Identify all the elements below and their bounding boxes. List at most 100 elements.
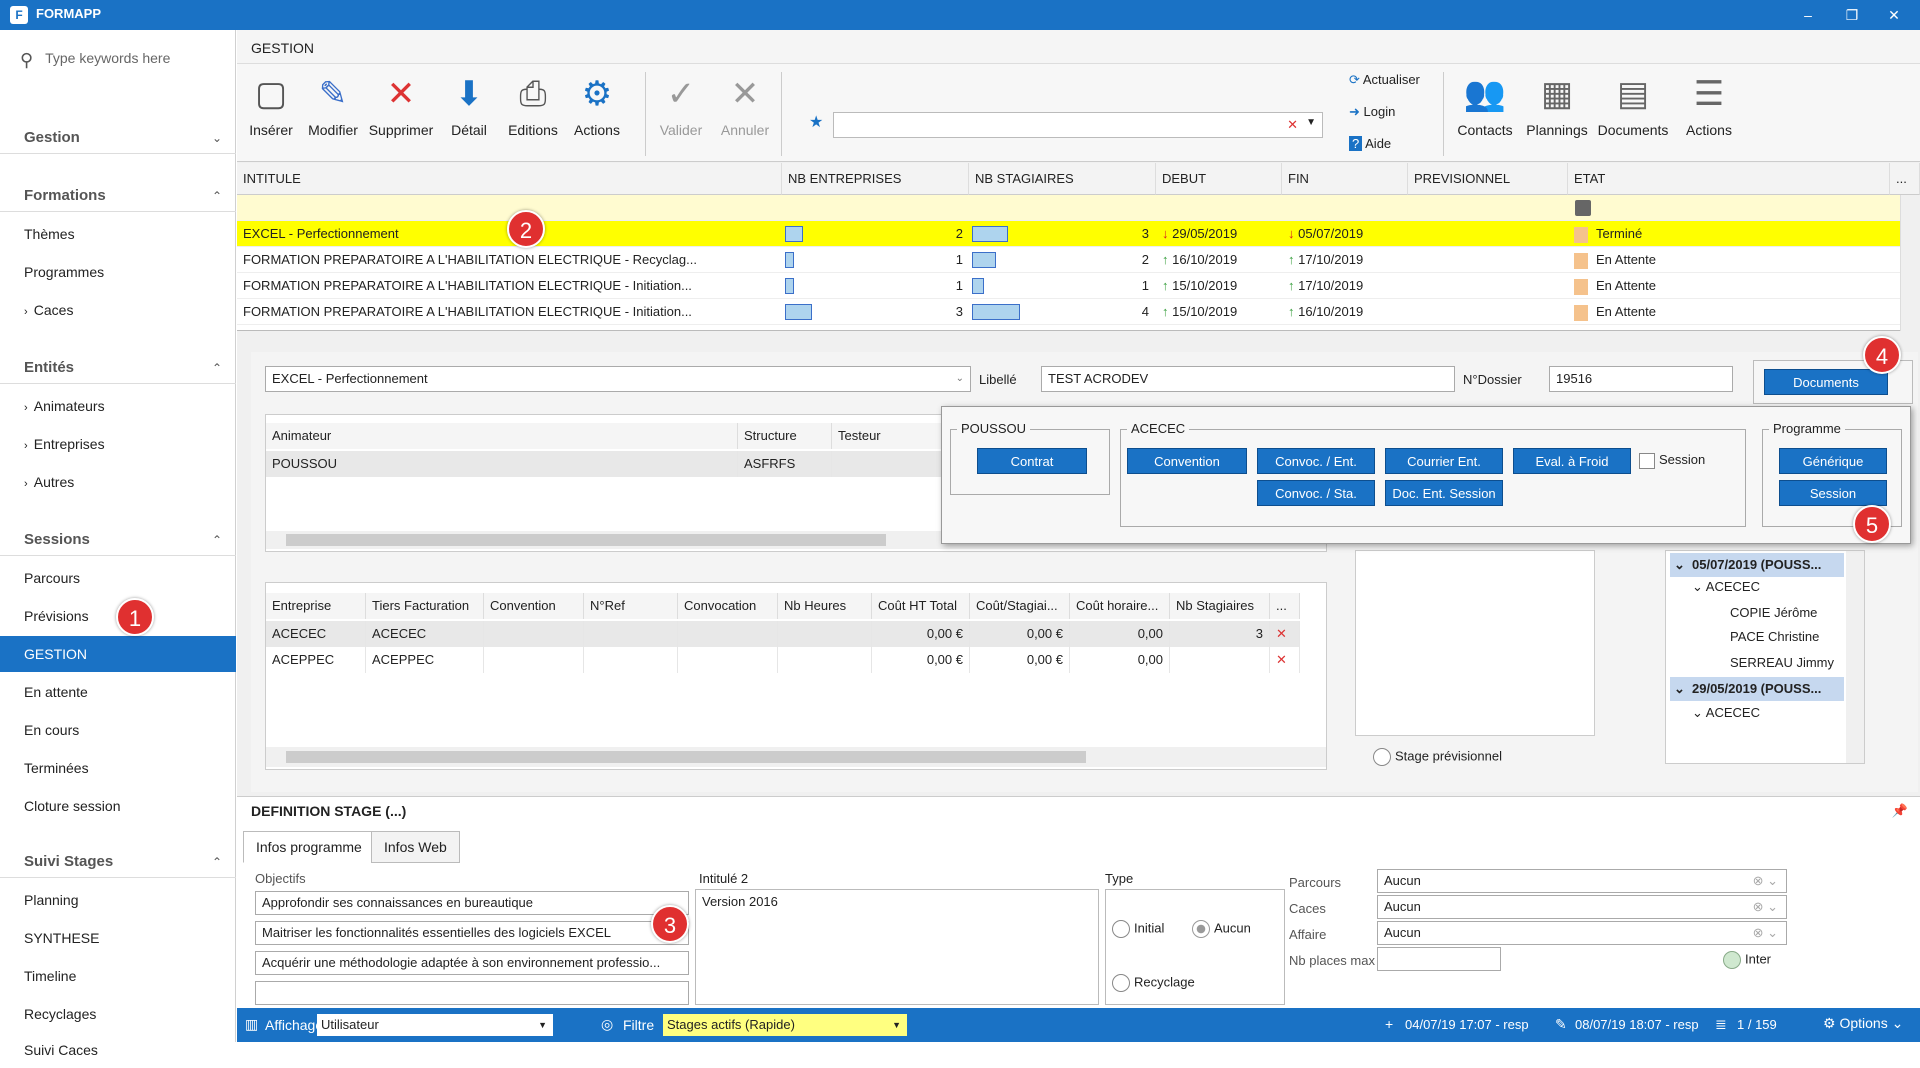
- animateur-cell[interactable]: POUSSOU: [266, 451, 738, 477]
- col-header-fin[interactable]: FIN: [1282, 163, 1408, 195]
- convention-button[interactable]: Convention: [1127, 448, 1247, 474]
- documents-button[interactable]: Documents: [1764, 369, 1888, 395]
- col-header-entreprises[interactable]: Convention: [484, 593, 584, 619]
- entreprise-cell[interactable]: ACEPPEC: [366, 647, 484, 673]
- entreprise-cell[interactable]: 0,00 €: [970, 647, 1070, 673]
- generique-button[interactable]: Générique: [1779, 448, 1887, 474]
- entreprise-cell[interactable]: [1170, 647, 1270, 673]
- sidebar-group-gestion[interactable]: Gestion ⌄: [0, 122, 236, 154]
- col-header-entreprises[interactable]: Coût horaire...: [1070, 593, 1170, 619]
- sidebar-item-themes[interactable]: Thèmes: [0, 216, 236, 252]
- affichage-select[interactable]: Utilisateur ▼: [317, 1014, 553, 1036]
- tree-scrollbar[interactable]: [1846, 551, 1864, 763]
- col-header-nb-entreprises[interactable]: NB ENTREPRISES: [782, 163, 969, 195]
- table-row[interactable]: FORMATION PREPARATOIRE A L'HABILITATION …: [237, 273, 1900, 299]
- close-button[interactable]: ✕: [1876, 4, 1912, 26]
- col-header-animateur[interactable]: Animateur: [266, 423, 738, 449]
- col-header-entreprises[interactable]: Nb Stagiaires: [1170, 593, 1270, 619]
- entreprise-cell[interactable]: ACEPPEC: [266, 647, 366, 673]
- structure-cell[interactable]: ASFRFS: [738, 451, 832, 477]
- sidebar-item-entreprises[interactable]: › Entreprises: [0, 426, 236, 462]
- parcours-select[interactable]: Aucun ⊗ ⌄: [1377, 869, 1787, 893]
- star-icon[interactable]: ★: [809, 112, 823, 132]
- entreprise-cell[interactable]: 0,00 €: [872, 621, 970, 647]
- delete-row-icon[interactable]: ✕: [1270, 621, 1300, 647]
- insert-button[interactable]: ▢ Insérer: [241, 64, 301, 162]
- edit-button[interactable]: ✎ Modifier: [301, 64, 365, 162]
- grid-scrollbar[interactable]: [1900, 195, 1920, 331]
- col-header-structure[interactable]: Structure: [738, 423, 832, 449]
- col-header-etat[interactable]: ETAT: [1568, 163, 1890, 195]
- stage-previsionnel-toggle[interactable]: Stage prévisionnel: [1373, 748, 1502, 766]
- clear-icon[interactable]: ⊗ ⌄: [1753, 870, 1778, 892]
- col-header-entreprises[interactable]: Coût/Stagiai...: [970, 593, 1070, 619]
- col-header-entreprises[interactable]: N°Ref: [584, 593, 678, 619]
- objectif-field[interactable]: Approfondir ses connaissances en bureaut…: [255, 891, 689, 915]
- objectif-field-empty[interactable]: [255, 981, 689, 1005]
- sidebar-item-timeline[interactable]: Timeline: [0, 958, 236, 994]
- restore-button[interactable]: ❐: [1834, 4, 1870, 26]
- search-input[interactable]: Type keywords here: [45, 50, 170, 66]
- help-button[interactable]: ? Aide: [1349, 136, 1391, 151]
- entreprise-cell[interactable]: 0,00: [1070, 621, 1170, 647]
- col-header-entreprises[interactable]: ...: [1270, 593, 1300, 619]
- dropdown-arrow-icon[interactable]: ▼: [1306, 117, 1316, 128]
- pin-icon[interactable]: 📌: [1892, 803, 1908, 819]
- editions-button[interactable]: ⎙ Editions: [501, 64, 565, 162]
- col-header-intitule[interactable]: INTITULE: [237, 163, 782, 195]
- sidebar-item-programmes[interactable]: Programmes: [0, 254, 236, 290]
- entreprise-cell[interactable]: [484, 621, 584, 647]
- radio-recyclage[interactable]: Recyclage: [1112, 974, 1195, 992]
- plannings-button[interactable]: ▦ Plannings: [1521, 64, 1593, 162]
- col-header-debut[interactable]: DEBUT: [1156, 163, 1282, 195]
- entreprise-cell[interactable]: [584, 647, 678, 673]
- col-header-previsionnel[interactable]: PREVISIONNEL: [1408, 163, 1568, 195]
- contacts-button[interactable]: 👥 Contacts: [1449, 64, 1521, 162]
- radio-aucun[interactable]: Aucun: [1192, 920, 1251, 938]
- sidebar-item-planning[interactable]: Planning: [0, 882, 236, 918]
- sidebar-item-animateurs[interactable]: › Animateurs: [0, 388, 236, 424]
- objectif-field[interactable]: Maitriser les fonctionnalités essentiell…: [255, 921, 689, 945]
- sidebar-item-autres[interactable]: › Autres: [0, 464, 236, 500]
- sidebar-group-sessions[interactable]: Sessions ⌃: [0, 524, 236, 556]
- col-header-entreprises[interactable]: Convocation: [678, 593, 778, 619]
- sidebar-item-recyclages[interactable]: Recyclages: [0, 996, 236, 1032]
- dossier-input[interactable]: 19516: [1549, 366, 1733, 392]
- sidebar-item-en-attente[interactable]: En attente: [0, 674, 236, 710]
- delete-button[interactable]: ✕ Supprimer: [365, 64, 437, 162]
- col-header-entreprises[interactable]: Entreprise: [266, 593, 366, 619]
- doc-ent-session-button[interactable]: Doc. Ent. Session: [1385, 480, 1503, 506]
- validate-button[interactable]: ✓ Valider: [649, 64, 713, 162]
- tree-node-date[interactable]: ⌄ 05/07/2019 (POUSS...: [1670, 553, 1844, 577]
- notes-box[interactable]: [1355, 550, 1595, 736]
- radio-initial[interactable]: Initial: [1112, 920, 1164, 938]
- sidebar-group-formations[interactable]: Formations ⌃: [0, 180, 236, 212]
- tree-node-trainee[interactable]: COPIE Jérôme: [1730, 605, 1817, 620]
- login-button[interactable]: ➜ Login: [1349, 104, 1395, 120]
- entreprise-cell[interactable]: [584, 621, 678, 647]
- sidebar-search[interactable]: ⚲ Type keywords here: [20, 50, 220, 78]
- delete-row-icon[interactable]: ✕: [1270, 647, 1300, 673]
- entreprise-cell[interactable]: [778, 621, 872, 647]
- entreprise-cell[interactable]: 0,00: [1070, 647, 1170, 673]
- entreprise-cell[interactable]: ACECEC: [266, 621, 366, 647]
- sidebar-group-entites[interactable]: Entités ⌃: [0, 352, 236, 384]
- sidebar-item-en-cours[interactable]: En cours: [0, 712, 236, 748]
- actions-button[interactable]: ⚙ Actions: [565, 64, 629, 162]
- clear-icon[interactable]: ⊗ ⌄: [1753, 922, 1778, 944]
- intitule2-textarea[interactable]: Version 2016: [695, 889, 1099, 1005]
- tab-infos-programme[interactable]: Infos programme: [243, 831, 375, 863]
- session-checkbox[interactable]: Session: [1639, 452, 1705, 469]
- sidebar-item-cloture-session[interactable]: Cloture session: [0, 788, 236, 824]
- favorites-dropdown[interactable]: ✕ ▼: [833, 112, 1323, 138]
- table-row[interactable]: EXCEL - Perfectionnement 2 3 ↓ 29/05/2019 ↓ …: [237, 221, 1900, 247]
- sidebar-group-suivi-stages[interactable]: Suivi Stages ⌃: [0, 846, 236, 878]
- cancel-button[interactable]: ✕ Annuler: [713, 64, 777, 162]
- sidebar-item-gestion[interactable]: GESTION: [0, 636, 236, 672]
- tree-node-company[interactable]: ⌄ ACECEC: [1692, 579, 1760, 595]
- tree-node-trainee[interactable]: SERREAU Jimmy: [1730, 655, 1834, 670]
- entreprise-cell[interactable]: 0,00 €: [872, 647, 970, 673]
- clear-icon[interactable]: ✕: [1287, 117, 1298, 133]
- sidebar-item-terminees[interactable]: Terminées: [0, 750, 236, 786]
- tree-node-trainee[interactable]: PACE Christine: [1730, 629, 1819, 644]
